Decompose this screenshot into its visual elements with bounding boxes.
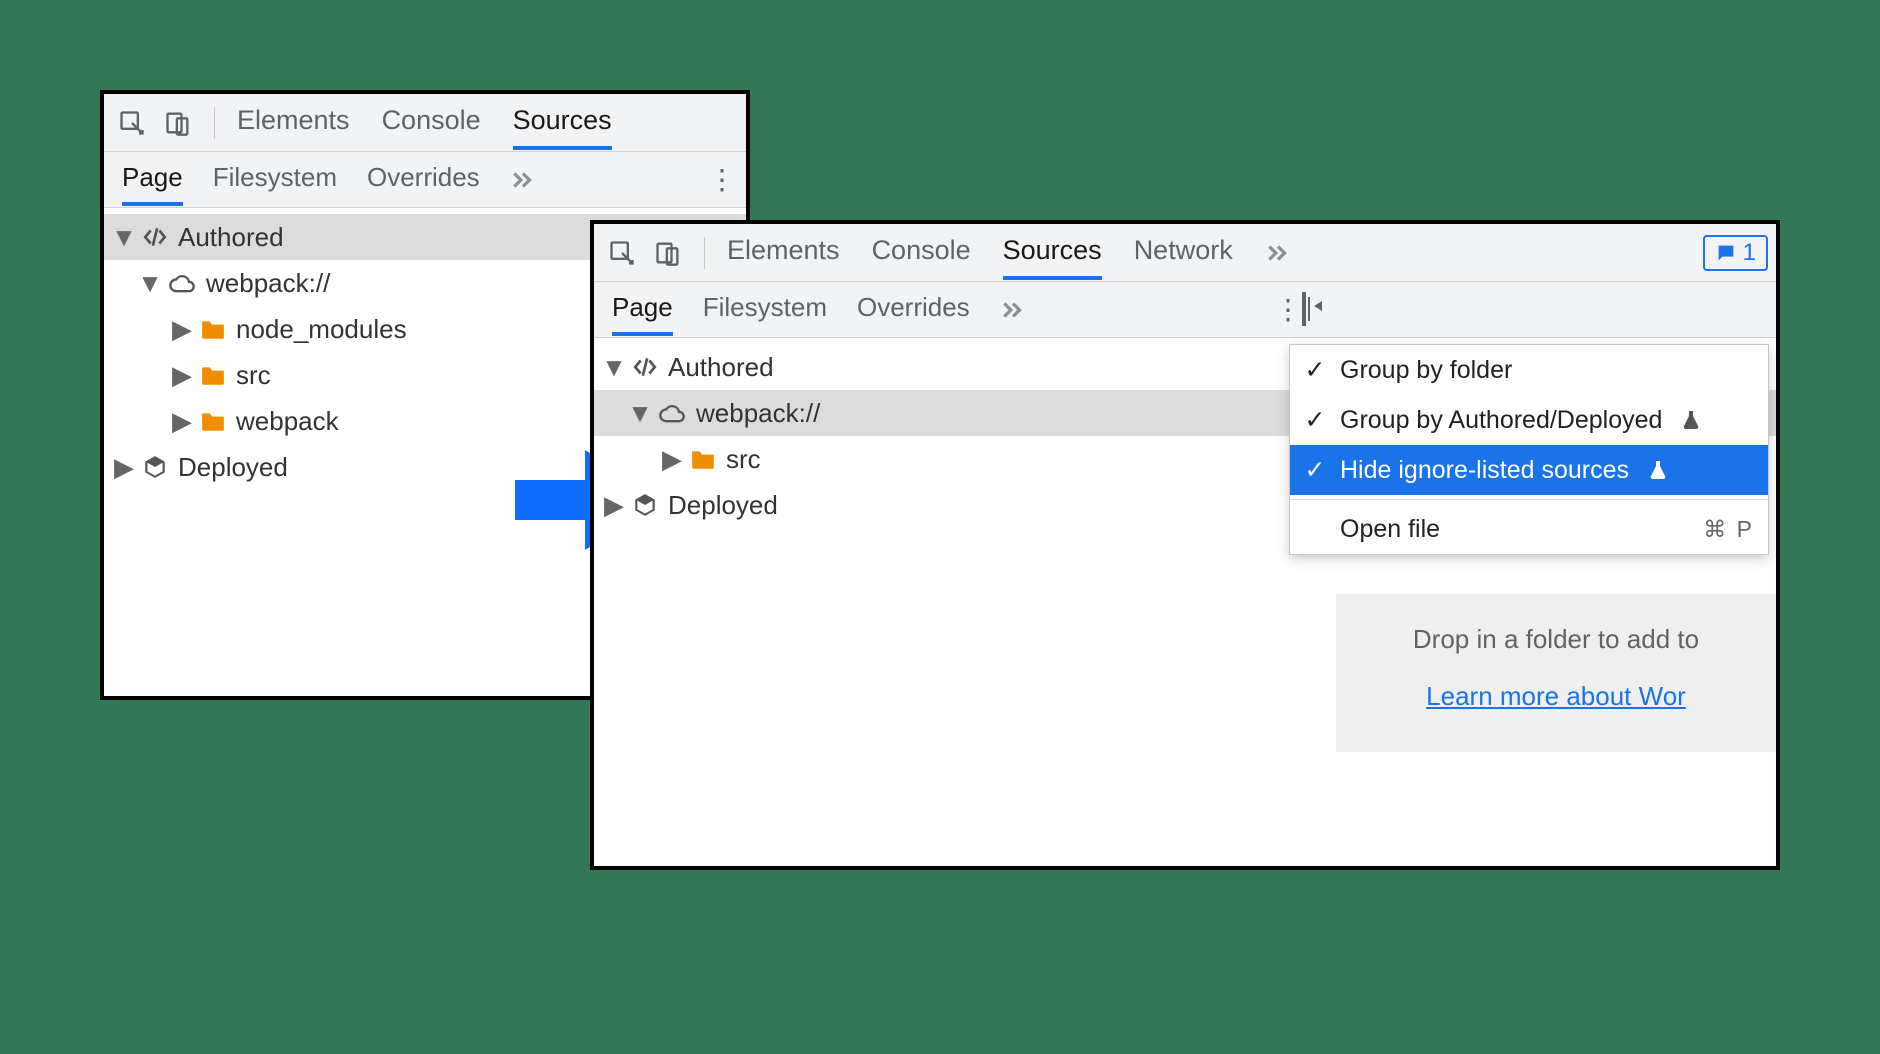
tree-label: node_modules [236,314,407,345]
code-icon [632,354,658,380]
kebab-menu-icon[interactable]: ⋮ [708,163,736,196]
menu-label: Group by Authored/Deployed [1340,406,1662,435]
disclosure-right-icon: ▶ [606,490,622,521]
folder-icon [200,364,226,386]
disclosure-right-icon: ▶ [174,406,190,437]
main-tabs: Elements Console Sources Network [721,225,1291,280]
menu-separator [1290,499,1768,500]
issues-badge[interactable]: 1 [1703,235,1768,271]
tab-console[interactable]: Console [872,225,971,280]
main-tabs: Elements Console Sources [231,95,612,150]
sources-subbar: Page Filesystem Overrides ⋮ [594,282,1776,338]
kebab-menu-icon[interactable]: ⋮ [1274,293,1302,326]
tab-console[interactable]: Console [382,95,481,150]
workspace-hint: Drop in a folder to add to Learn more ab… [1336,594,1776,752]
device-toggle-icon[interactable] [158,103,198,143]
check-icon: ✓ [1304,405,1326,435]
disclosure-down-icon: ▼ [142,268,158,299]
menu-open-file[interactable]: Open file ⌘ P [1290,504,1768,554]
workspace-hint-text: Drop in a folder to add to [1336,624,1776,655]
toolbar-divider [214,107,215,139]
tree-label: webpack:// [696,398,820,429]
disclosure-right-icon: ▶ [664,444,680,475]
menu-label: Open file [1340,515,1440,544]
inspect-icon[interactable] [602,233,642,273]
menu-group-by-authored-deployed[interactable]: ✓ Group by Authored/Deployed [1290,395,1768,445]
tree-label: Authored [178,222,284,253]
tab-elements[interactable]: Elements [237,95,350,150]
menu-label: Group by folder [1340,356,1512,385]
subtab-filesystem[interactable]: Filesystem [213,154,337,206]
disclosure-down-icon: ▼ [606,352,622,383]
tree-label: Deployed [668,490,778,521]
main-toolbar: Elements Console Sources [104,94,746,152]
main-toolbar: Elements Console Sources Network 1 [594,224,1776,282]
toolbar-divider [704,237,705,269]
sources-subbar: Page Filesystem Overrides ⋮ [104,152,746,208]
flask-icon [1682,410,1700,430]
tab-network[interactable]: Network [1134,225,1233,280]
overflow-icon[interactable] [1265,240,1291,266]
workspace-learn-more-link[interactable]: Learn more about Wor [1426,681,1686,711]
check-icon: ✓ [1304,455,1326,485]
overflow-icon[interactable] [1000,297,1026,323]
menu-label: Hide ignore-listed sources [1340,456,1629,485]
folder-icon [200,410,226,432]
tab-sources[interactable]: Sources [513,95,612,150]
disclosure-down-icon: ▼ [632,398,648,429]
menu-shortcut: ⌘ P [1703,516,1754,543]
tree-label: src [236,360,271,391]
disclosure-right-icon: ▶ [174,360,190,391]
inspect-icon[interactable] [112,103,152,143]
context-menu: ✓ Group by folder ✓ Group by Authored/De… [1289,344,1769,555]
disclosure-right-icon: ▶ [174,314,190,345]
folder-icon [690,448,716,470]
subtab-overrides[interactable]: Overrides [857,284,970,336]
subtab-page[interactable]: Page [122,154,183,206]
issues-count: 1 [1743,239,1756,267]
tree-label: Deployed [178,452,288,483]
tree-label: webpack [236,406,339,437]
cloud-icon [658,402,686,424]
collapse-navigator-icon[interactable] [1302,294,1306,325]
subtab-overrides[interactable]: Overrides [367,154,480,206]
cloud-icon [168,272,196,294]
folder-icon [200,318,226,340]
overflow-icon[interactable] [510,167,536,193]
menu-group-by-folder[interactable]: ✓ Group by folder [1290,345,1768,395]
cube-icon [632,492,658,518]
code-icon [142,224,168,250]
cube-icon [142,454,168,480]
tab-sources[interactable]: Sources [1003,225,1102,280]
devtools-panel-after: Elements Console Sources Network 1 Page … [590,220,1780,870]
menu-hide-ignore-listed[interactable]: ✓ Hide ignore-listed sources [1290,445,1768,495]
device-toggle-icon[interactable] [648,233,688,273]
tree-label: Authored [668,352,774,383]
tree-label: webpack:// [206,268,330,299]
tree-label: src [726,444,761,475]
disclosure-right-icon: ▶ [116,452,132,483]
tab-elements[interactable]: Elements [727,225,840,280]
subtab-page[interactable]: Page [612,284,673,336]
flask-icon [1649,460,1667,480]
subtab-filesystem[interactable]: Filesystem [703,284,827,336]
check-icon: ✓ [1304,355,1326,385]
disclosure-down-icon: ▼ [116,222,132,253]
